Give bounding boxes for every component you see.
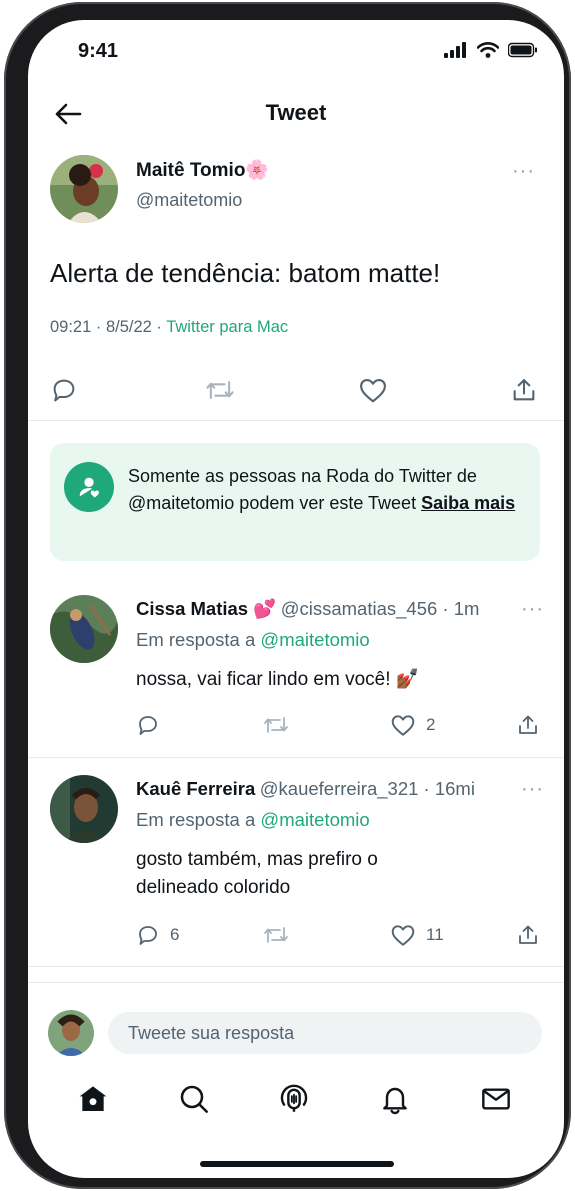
- reply-author-handle[interactable]: @kaueferreira_321 · 16mi: [260, 778, 475, 799]
- reply-to-mention[interactable]: @maitetomio: [260, 809, 369, 830]
- reply-avatar[interactable]: [50, 595, 118, 663]
- status-icons: [444, 42, 538, 58]
- reply-author-handle[interactable]: @cissamatias_456 · 1m: [281, 598, 480, 619]
- nav-notifications[interactable]: [375, 1079, 415, 1119]
- like-button[interactable]: 2: [390, 713, 435, 737]
- reply-to-line: Em resposta a @maitetomio: [136, 629, 370, 651]
- like-count: 2: [426, 715, 436, 734]
- tweet-text: Alerta de tendência: batom matte!: [50, 258, 441, 288]
- reply-icon: [139, 716, 157, 735]
- like-button[interactable]: 11: [390, 923, 444, 947]
- circle-notice-text: Somente as pessoas na Roda do Twitter de…: [128, 463, 528, 517]
- reply-text: gosto também, mas prefiro o delineado co…: [136, 849, 378, 898]
- nav-search[interactable]: [174, 1079, 214, 1119]
- share-button[interactable]: [510, 376, 538, 404]
- divider: [28, 420, 564, 421]
- battery-icon: [508, 42, 537, 58]
- more-options-button[interactable]: ···: [512, 160, 535, 183]
- status-time: 9:41: [78, 40, 119, 62]
- reply-to-prefix: Em resposta a: [136, 629, 261, 650]
- messages-icon: [482, 1088, 510, 1110]
- share-button[interactable]: [516, 713, 540, 737]
- home-icon: [79, 1086, 107, 1111]
- author-avatar[interactable]: [50, 155, 118, 223]
- author-name[interactable]: Maitê Tomio🌸: [136, 158, 269, 182]
- nav-home[interactable]: [73, 1079, 113, 1119]
- heart-icon: [360, 378, 386, 403]
- reply-icon: [139, 926, 157, 945]
- heart-icon: [391, 715, 415, 736]
- circle-icon: [64, 462, 114, 512]
- tweet-source[interactable]: Twitter para Mac: [166, 318, 288, 336]
- like-button[interactable]: [358, 376, 388, 404]
- reply-text: nossa, vai ficar lindo em você! 💅🏾: [136, 669, 420, 690]
- nav-messages[interactable]: [476, 1079, 516, 1119]
- more-icon: ···: [521, 598, 544, 620]
- tweet-meta: 09:21 · 8/5/22 · Twitter para Mac: [50, 318, 288, 337]
- page-title: Tweet: [265, 100, 327, 125]
- retweet-button[interactable]: [204, 376, 236, 404]
- compose-reply-field[interactable]: [108, 1012, 542, 1054]
- reply-header: Cissa Matias 💕 @cissamatias_456 · 1m: [136, 598, 518, 620]
- compose-reply-input[interactable]: [128, 1022, 542, 1044]
- reply-to-prefix: Em resposta a: [136, 809, 261, 830]
- more-icon: ···: [521, 778, 544, 800]
- divider: [28, 757, 564, 758]
- reply-author-name[interactable]: Cissa Matias 💕: [136, 598, 276, 619]
- reply-avatar[interactable]: [50, 775, 118, 843]
- author-handle[interactable]: @maitetomio: [136, 190, 242, 211]
- divider: [28, 982, 564, 983]
- reply-icon: [53, 379, 75, 402]
- share-icon: [519, 925, 537, 944]
- share-icon: [513, 379, 535, 401]
- reply-more-button[interactable]: ···: [521, 598, 544, 621]
- retweet-button[interactable]: [262, 923, 290, 947]
- retweet-icon: [264, 927, 288, 943]
- nav-spaces[interactable]: [274, 1079, 314, 1119]
- reply-count: 6: [170, 925, 180, 944]
- share-icon: [519, 715, 537, 734]
- learn-more-link[interactable]: Saiba mais: [421, 493, 515, 513]
- reply-header: Kauê Ferreira @kaueferreira_321 · 16mi: [136, 778, 518, 800]
- like-count: 11: [426, 925, 444, 944]
- retweet-icon: [264, 717, 288, 733]
- share-button[interactable]: [516, 923, 540, 947]
- signal-icon: [444, 42, 466, 58]
- reply-author-name[interactable]: Kauê Ferreira: [136, 778, 255, 799]
- tweet-timestamp: 09:21 · 8/5/22 ·: [50, 318, 167, 336]
- notifications-icon: [383, 1087, 407, 1115]
- wifi-icon: [477, 42, 499, 58]
- reply-to-mention[interactable]: @maitetomio: [260, 629, 369, 650]
- divider: [28, 966, 564, 967]
- reply-button[interactable]: [136, 713, 170, 737]
- reply-button[interactable]: 6: [136, 923, 179, 947]
- reply-more-button[interactable]: ···: [521, 778, 544, 801]
- spaces-icon: [280, 1084, 308, 1112]
- user-avatar[interactable]: [48, 1010, 94, 1056]
- home-indicator[interactable]: [200, 1161, 394, 1167]
- retweet-button[interactable]: [262, 713, 290, 737]
- more-icon: ···: [512, 160, 535, 182]
- reply-to-line: Em resposta a @maitetomio: [136, 809, 370, 831]
- retweet-icon: [206, 380, 234, 400]
- heart-icon: [391, 925, 415, 946]
- reply-button[interactable]: [50, 376, 78, 404]
- search-icon: [180, 1085, 208, 1113]
- phone-screen: 9:41 Tweet Maitê Tomio🌸 @maitetomio ··· …: [28, 20, 564, 1178]
